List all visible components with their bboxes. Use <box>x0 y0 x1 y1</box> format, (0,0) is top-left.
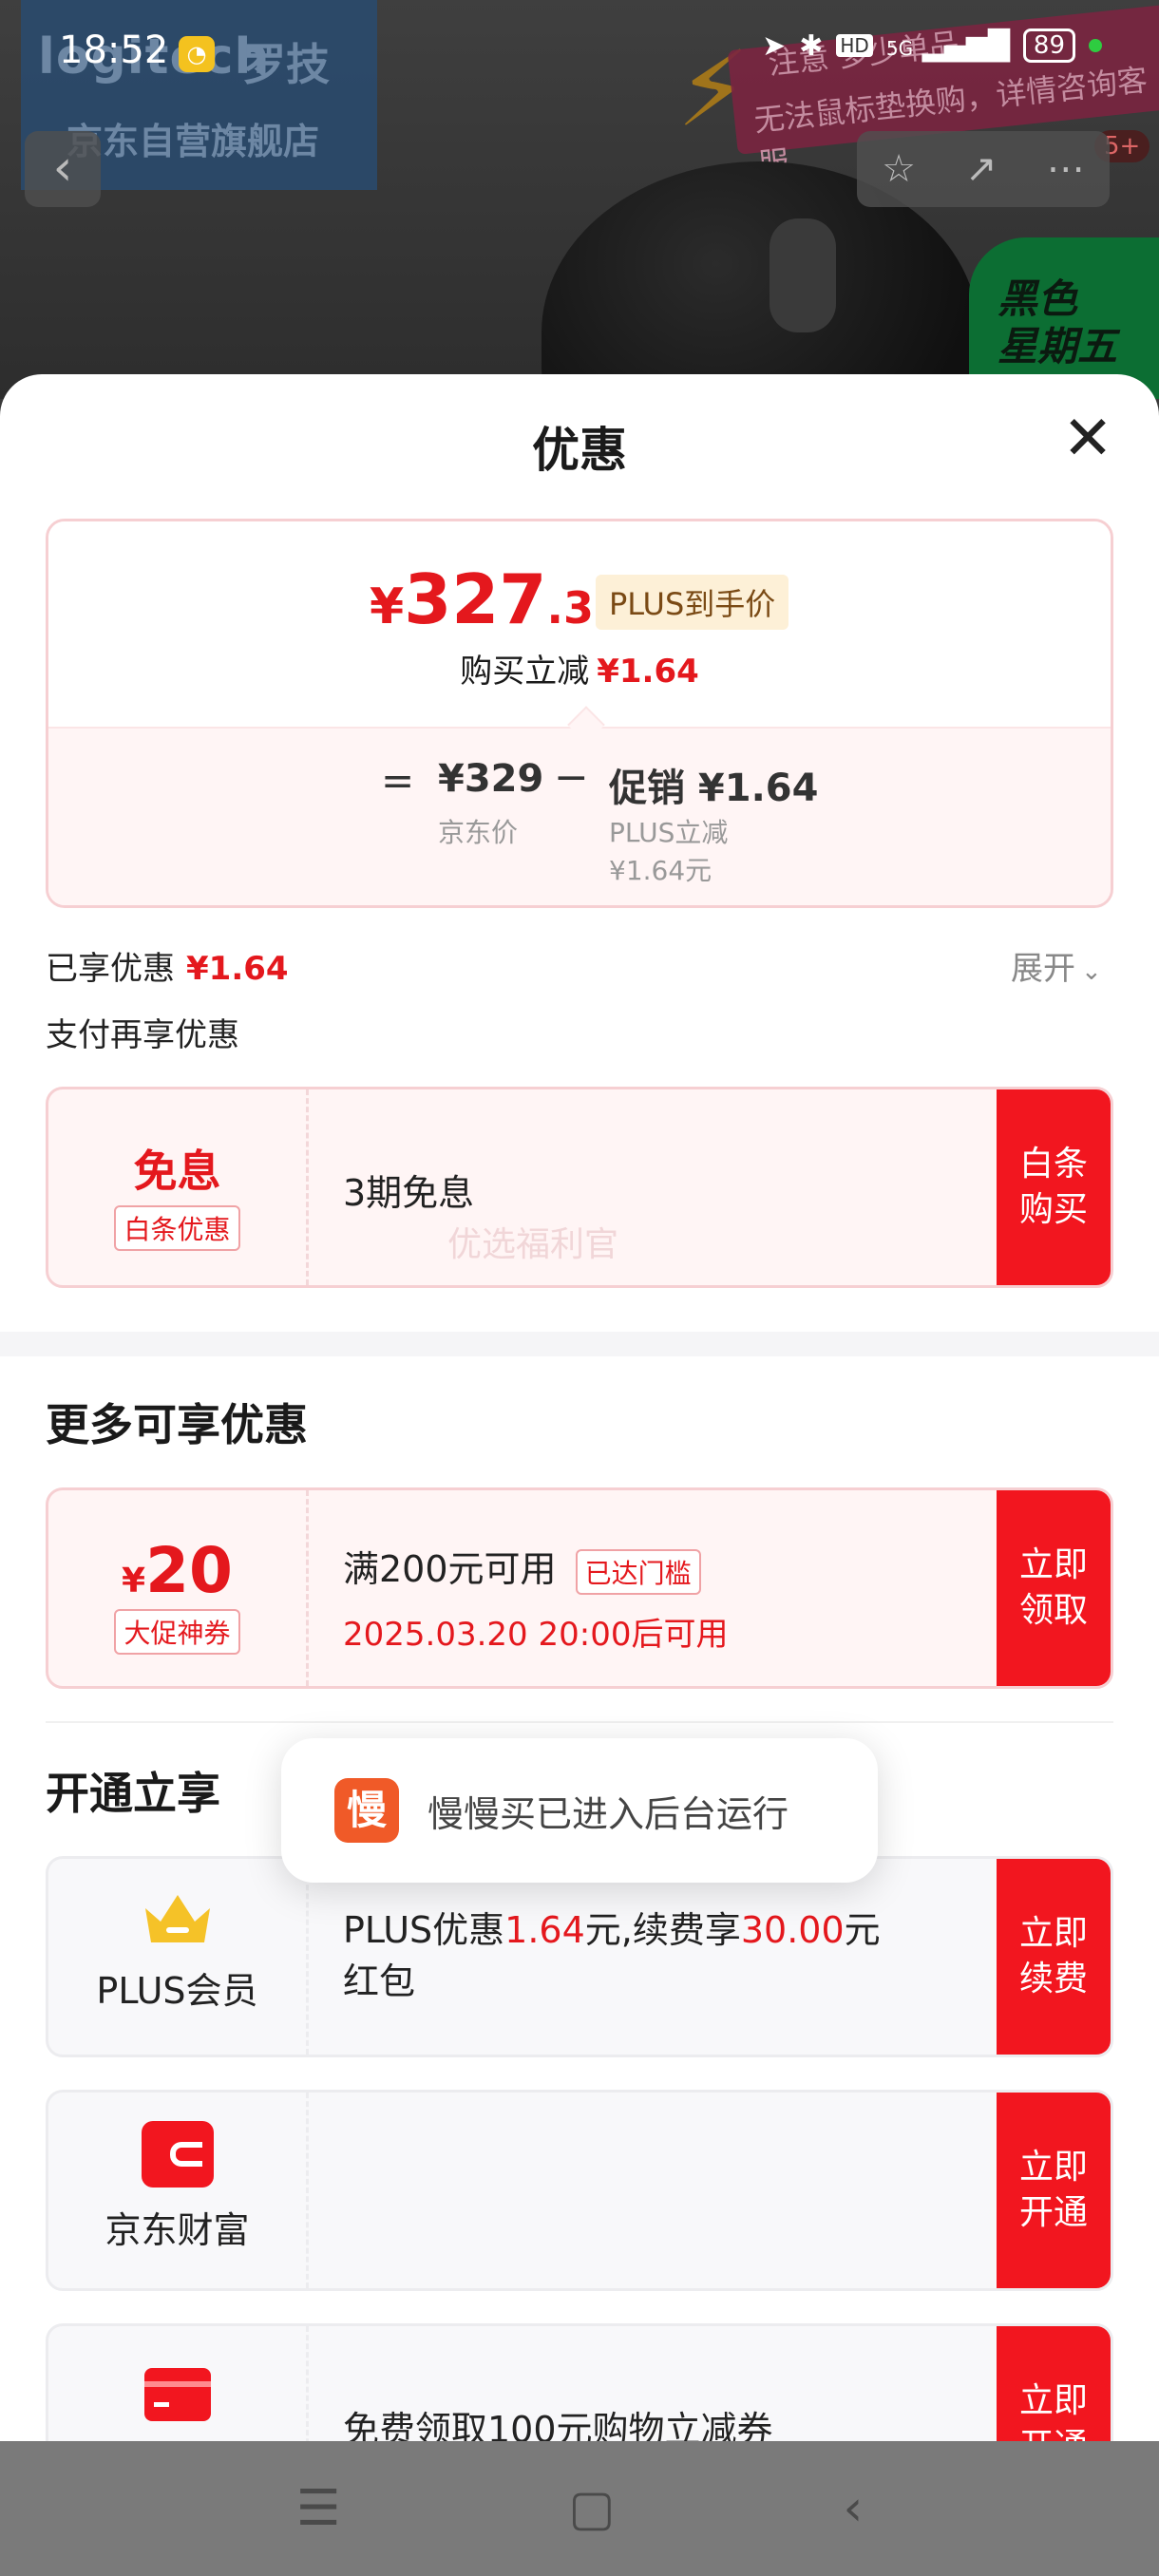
star-icon[interactable]: ☆ <box>882 147 916 191</box>
installment-desc: 3期免息 <box>343 1172 475 1214</box>
signal-icon: 5G ▂▄▆█ <box>885 28 1010 63</box>
brand-name-cn: 罗技 <box>242 39 330 90</box>
toast-text: 慢慢买已进入后台运行 <box>428 1792 789 1835</box>
baitiao-buy-button[interactable]: 白条 购买 <box>997 1089 1111 1285</box>
price-summary: ¥327.36 PLUS到手价 购买立减 ¥1.64 <box>48 521 1111 727</box>
coupon-amount: ¥20 <box>122 1534 233 1607</box>
black-friday-text: 黑色 星期五 <box>998 275 1118 369</box>
offer-desc: 3期免息 优选福利官 <box>343 1089 618 1285</box>
jd-finance-label: 京东财富 <box>104 2209 250 2251</box>
coupon-condition: 满200元可用 已达门槛 <box>343 1540 728 1595</box>
plus-desc-text: PLUS优惠1.64元,续费享30.00元 红包 <box>343 1909 881 2002</box>
location-icon: ➤ <box>762 28 787 63</box>
threshold-tag: 已达门槛 <box>575 1548 701 1595</box>
notification-app-icon: ◔ <box>179 36 215 72</box>
manmanmai-app-icon: 慢 <box>334 1778 399 1843</box>
mouse-wheel <box>770 218 836 332</box>
store-name: 京东自营旗舰店 <box>66 121 320 162</box>
plus-member-label: PLUS会员 <box>96 1970 258 2012</box>
enjoyed-discount: 已享优惠 ¥1.64 <box>46 950 289 988</box>
coupon-left: ¥20 大促神券 <box>48 1490 309 1686</box>
privacy-dot <box>1089 39 1102 52</box>
pay-more-label: 支付再享优惠 <box>46 1016 239 1054</box>
hd-icon: HD <box>836 34 873 57</box>
coupon-tag: 大促神券 <box>114 1609 240 1655</box>
home-icon[interactable]: ▢ <box>568 2480 615 2537</box>
coupon-offer: ¥20 大促神券 满200元可用 已达门槛 2025.03.20 20:00后可… <box>46 1487 1113 1689</box>
interest-free-title: 免息 <box>133 1146 221 1197</box>
background-toast: 慢 慢慢买已进入后台运行 <box>281 1738 878 1883</box>
open-finance-button[interactable]: 立即 开通 <box>997 2093 1111 2288</box>
jd-price: ¥329 <box>438 757 544 801</box>
jd-price-label: 京东价 <box>438 817 519 848</box>
more-offers-title: 更多可享优惠 <box>46 1399 308 1450</box>
expand-button[interactable]: 展开 ⌄ <box>1011 942 1102 989</box>
finance-left: 京东财富 <box>48 2093 309 2288</box>
plus-desc: PLUS优惠1.64元,续费享30.00元 红包 <box>343 1859 970 2055</box>
product-photo: logitech 罗技 京东自营旗舰店 ⚡ 注意 多少单品， 无法鼠标垫换购，详… <box>0 0 1159 399</box>
instant-save-line: 购买立减 ¥1.64 <box>460 653 699 691</box>
bank-card-icon <box>143 2368 211 2421</box>
jd-finance-icon <box>141 2121 214 2188</box>
chevron-down-icon: ⌄ <box>1081 957 1102 986</box>
more-icon[interactable]: ⋯ <box>1047 147 1085 191</box>
claim-coupon-button[interactable]: 立即 领取 <box>997 1490 1111 1686</box>
plus-offer: PLUS会员 PLUS优惠1.64元,续费享30.00元 红包 立即 续费 <box>46 1856 1113 2057</box>
battery-icon: 89 <box>1022 28 1075 63</box>
open-offers-title: 开通立享 <box>46 1768 220 1819</box>
watermark: 优选福利官 <box>447 1225 619 1264</box>
promo-sub-label: PLUS立减 <box>609 817 729 848</box>
offer-left: 免息 白条优惠 <box>48 1089 309 1285</box>
sheet-title: 优惠 <box>532 423 627 478</box>
system-nav-bar: ☰ ▢ ‹ <box>0 2441 1159 2576</box>
renew-plus-button[interactable]: 立即 续费 <box>997 1859 1111 2055</box>
promo-discount: 促销 ¥1.64 <box>609 767 819 810</box>
plus-price-tag: PLUS到手价 <box>596 575 789 630</box>
bluetooth-icon: ✱ <box>799 28 824 63</box>
final-price: ¥327.36 <box>370 559 624 639</box>
baitiao-tag: 白条优惠 <box>114 1205 240 1251</box>
coupon-time: 2025.03.20 20:00后可用 <box>343 1615 729 1654</box>
back-icon[interactable]: ‹ <box>843 2480 863 2537</box>
price-breakdown: = ¥329 京东价 − 促销 ¥1.64 PLUS立减 ¥1.64元 <box>48 727 1111 905</box>
divider-line <box>46 1721 1113 1723</box>
share-icon[interactable]: ↗ <box>965 147 998 191</box>
plus-left: PLUS会员 <box>48 1859 309 2055</box>
close-icon[interactable]: ✕ <box>1056 408 1119 473</box>
back-button[interactable]: ‹ <box>25 131 101 207</box>
minus-sign: − <box>554 753 589 802</box>
baitiao-offer: 免息 白条优惠 3期免息 优选福利官 白条 购买 <box>46 1087 1113 1288</box>
promo-sub-amount: ¥1.64元 <box>609 855 712 886</box>
coupon-desc: 满200元可用 已达门槛 2025.03.20 20:00后可用 <box>343 1490 728 1686</box>
top-actions: ☆ ↗ ⋯ <box>857 131 1110 207</box>
finance-offer: 京东财富 立即 开通 <box>46 2090 1113 2291</box>
status-time: 18:52 <box>59 28 169 72</box>
equals-sign: = <box>381 757 415 804</box>
status-icons: ➤ ✱ HD 5G ▂▄▆█ 89 <box>762 28 1102 63</box>
discount-sheet: 优惠 ✕ ¥327.36 PLUS到手价 购买立减 ¥1.64 = ¥329 京东… <box>0 374 1159 2576</box>
crown-icon <box>140 1887 216 1948</box>
menu-icon[interactable]: ☰ <box>296 2480 341 2537</box>
price-card: ¥327.36 PLUS到手价 购买立减 ¥1.64 = ¥329 京东价 − 促… <box>46 519 1113 908</box>
section-divider <box>0 1332 1159 1356</box>
